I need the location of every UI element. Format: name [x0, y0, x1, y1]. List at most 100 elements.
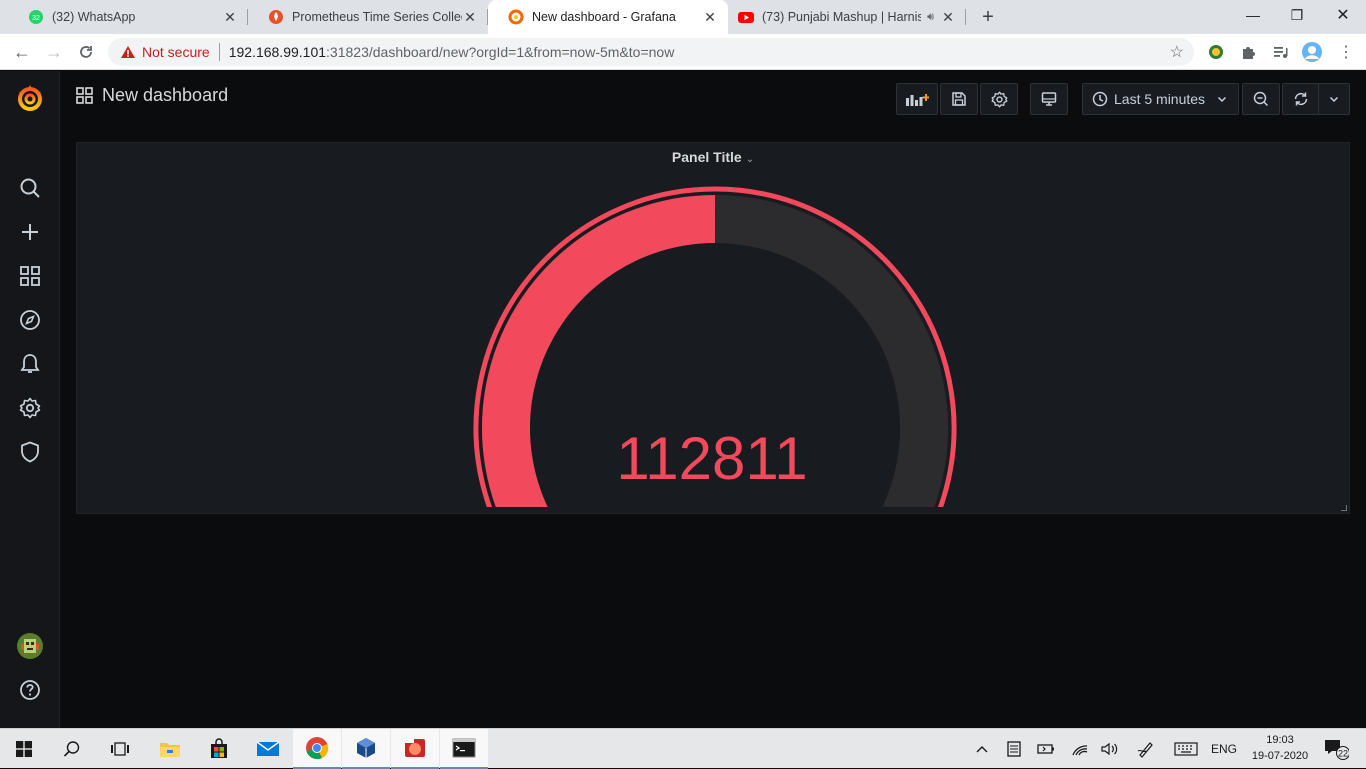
chevron-down-icon[interactable]: ⌄ — [746, 154, 754, 165]
profile-avatar-icon[interactable] — [1300, 40, 1324, 64]
virtualbox-icon[interactable] — [342, 729, 390, 769]
search-icon[interactable] — [15, 173, 45, 203]
add-panel-icon — [906, 94, 929, 106]
help-icon[interactable] — [15, 675, 45, 705]
mail-icon[interactable] — [244, 729, 292, 769]
extensions-puzzle-icon[interactable] — [1236, 40, 1260, 64]
prometheus-icon — [268, 9, 284, 25]
alerting-bell-icon[interactable] — [15, 349, 45, 379]
task-view-icon[interactable] — [96, 729, 144, 769]
notification-center-icon[interactable]: 22 — [1318, 729, 1354, 769]
minimize-icon[interactable]: — — [1230, 0, 1276, 30]
whatsapp-icon: 32 — [28, 9, 44, 25]
browser-toolbar: ← → Not secure 192.168.99.101:31823/dash… — [0, 34, 1366, 70]
close-window-icon[interactable]: ✕ — [1320, 0, 1366, 30]
extension-globe-icon[interactable] — [1204, 40, 1228, 64]
chrome-icon[interactable] — [293, 729, 341, 769]
forward-icon[interactable]: → — [40, 38, 68, 66]
windows-taskbar: ENG 19:03 19-07-2020 22 — [0, 728, 1366, 769]
chevron-down-icon — [1218, 96, 1227, 103]
reload-icon[interactable] — [72, 38, 100, 66]
close-tab-icon[interactable]: ✕ — [222, 9, 238, 25]
tab-prometheus[interactable]: Prometheus Time Series Collectic ✕ — [248, 0, 488, 34]
add-panel-button[interactable] — [896, 83, 938, 115]
security-label[interactable]: Not secure — [142, 44, 210, 60]
file-explorer-icon[interactable] — [146, 729, 194, 769]
command-prompt-icon[interactable] — [440, 729, 488, 769]
zoom-out-button[interactable] — [1242, 83, 1280, 115]
app-cs-icon[interactable] — [391, 729, 439, 769]
pen-workspace-icon[interactable] — [1134, 729, 1158, 769]
dashboard-title[interactable]: New dashboard — [76, 85, 228, 106]
wifi-icon[interactable] — [1068, 729, 1092, 769]
explore-compass-icon[interactable] — [15, 305, 45, 335]
bookmark-star-icon[interactable]: ☆ — [1170, 42, 1184, 62]
panel-resize-handle[interactable] — [1341, 505, 1347, 511]
new-tab-button[interactable]: + — [976, 5, 1000, 29]
clock-time: 19:03 — [1266, 734, 1294, 746]
clock-icon — [1092, 91, 1108, 107]
close-tab-icon[interactable]: ✕ — [702, 9, 718, 25]
input-language[interactable]: ENG — [1206, 729, 1242, 769]
gauge: 112811 — [473, 186, 957, 507]
tab-label: (32) WhatsApp — [52, 10, 136, 24]
refresh-button[interactable] — [1282, 83, 1320, 115]
dashboard-settings-button[interactable] — [980, 83, 1018, 115]
divider — [218, 43, 220, 61]
show-hidden-icons-chevron-up-icon[interactable] — [972, 729, 992, 769]
panel-title-text: Panel Title — [671, 149, 742, 165]
dashboard-area: New dashboard Last 5 minutes Panel Title… — [60, 71, 1366, 728]
address-bar[interactable]: Not secure 192.168.99.101:31823/dashboar… — [108, 38, 1194, 66]
tab-youtube[interactable]: (73) Punjabi Mashup | Harnis 🔊︎ ✕ — [728, 0, 966, 34]
create-plus-icon[interactable] — [15, 217, 45, 247]
url-host: 192.168.99.101 — [228, 44, 327, 60]
volume-icon[interactable] — [1098, 729, 1122, 769]
grafana-sidemenu — [0, 71, 60, 728]
configuration-gear-icon[interactable] — [15, 393, 45, 423]
refresh-interval-dropdown[interactable] — [1318, 83, 1350, 115]
microsoft-store-icon[interactable] — [195, 729, 243, 769]
restore-icon[interactable]: ❐ — [1274, 0, 1320, 30]
media-queue-icon[interactable] — [1268, 40, 1292, 64]
tab-label: (73) Punjabi Mashup | Harnis — [762, 10, 922, 24]
chevron-down-icon — [1329, 96, 1339, 103]
time-range-label: Last 5 minutes — [1114, 91, 1206, 107]
time-range-picker[interactable]: Last 5 minutes — [1082, 83, 1239, 115]
close-tab-icon[interactable]: ✕ — [940, 9, 956, 25]
taskbar-clock[interactable]: 19:03 19-07-2020 — [1244, 732, 1316, 764]
dashboard-grid-icon — [76, 87, 93, 104]
tray-app-icon[interactable] — [1002, 729, 1026, 769]
gear-icon — [991, 91, 1007, 107]
tab-label: Prometheus Time Series Collectic — [292, 10, 462, 24]
touch-keyboard-icon[interactable] — [1170, 729, 1202, 769]
server-admin-shield-icon[interactable] — [15, 437, 45, 467]
save-icon — [952, 92, 966, 106]
panel-title[interactable]: Panel Title ⌄ — [77, 149, 1349, 165]
tab-whatsapp[interactable]: 32 (32) WhatsApp ✕ — [8, 0, 248, 34]
windows-start-icon[interactable] — [0, 729, 48, 769]
grafana-icon — [508, 9, 524, 25]
url-path: :31823/dashboard/new?orgId=1&from=now-5m… — [326, 44, 675, 60]
audio-playing-icon[interactable]: 🔊︎ — [927, 11, 934, 24]
close-tab-icon[interactable]: ✕ — [462, 9, 478, 25]
gauge-value-text: 112811 — [616, 425, 807, 492]
dashboards-icon[interactable] — [15, 261, 45, 291]
back-icon[interactable]: ← — [8, 38, 36, 66]
search-icon[interactable] — [48, 729, 96, 769]
refresh-icon — [1294, 92, 1308, 106]
svg-text:32: 32 — [32, 15, 40, 22]
dashboard-title-text: New dashboard — [102, 85, 229, 105]
grafana-logo-icon[interactable] — [15, 83, 45, 113]
tab-grafana[interactable]: New dashboard - Grafana ✕ — [488, 0, 728, 34]
save-dashboard-button[interactable] — [940, 83, 978, 115]
warning-icon[interactable] — [120, 45, 136, 59]
tab-label: New dashboard - Grafana — [532, 10, 676, 24]
battery-icon[interactable] — [1034, 729, 1058, 769]
cycle-view-mode-button[interactable] — [1030, 83, 1068, 115]
clock-date: 19-07-2020 — [1251, 750, 1309, 762]
zoom-out-icon — [1253, 91, 1269, 107]
user-avatar[interactable] — [15, 631, 45, 661]
browser-tab-strip: 32 (32) WhatsApp ✕ Prometheus Time Serie… — [0, 0, 1366, 34]
gauge-panel[interactable]: Panel Title ⌄ 112811 — [76, 142, 1350, 514]
browser-menu-icon[interactable]: ⋮ — [1334, 40, 1358, 64]
